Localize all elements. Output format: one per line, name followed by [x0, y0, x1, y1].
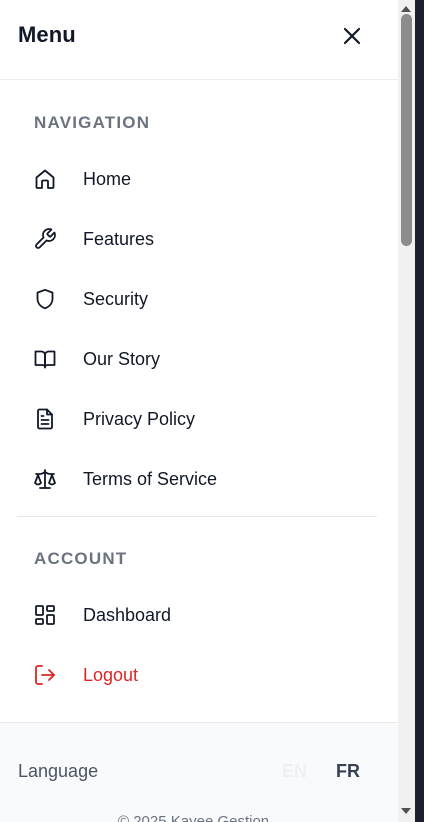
nav-item-label: Home [83, 168, 132, 189]
home-icon [32, 166, 58, 192]
menu-header: Menu [0, 0, 398, 80]
scroll-up-arrow-icon[interactable] [401, 6, 411, 12]
nav-item-features[interactable]: Features [18, 215, 378, 263]
dashboard-icon [32, 602, 58, 628]
nav-item-label: Features [83, 228, 155, 249]
nav-item-label: Our Story [83, 348, 161, 369]
menu-title: Menu [18, 22, 76, 47]
nav-item-label: Terms of Service [83, 468, 218, 489]
nav-item-label: Logout [83, 664, 139, 685]
language-label: Language [18, 761, 99, 781]
book-icon [32, 346, 58, 372]
nav-item-label: Security [83, 288, 149, 309]
nav-item-security[interactable]: Security [18, 275, 378, 323]
nav-item-our-story[interactable]: Our Story [18, 335, 378, 383]
navigation-section-label: NAVIGATION [34, 113, 151, 132]
background-edge [415, 0, 424, 822]
menu-footer: Language EN FR © 2025 Kayee Gestion [0, 722, 398, 822]
nav-item-label: Dashboard [83, 604, 172, 625]
nav-item-dashboard[interactable]: Dashboard [18, 591, 378, 639]
nav-item-label: Privacy Policy [83, 408, 196, 429]
document-icon [32, 406, 58, 432]
account-section-label: ACCOUNT [34, 549, 128, 568]
scrollbar[interactable] [398, 0, 415, 822]
language-option-en[interactable]: EN [282, 761, 307, 782]
scroll-down-arrow-icon[interactable] [401, 808, 411, 814]
nav-item-logout[interactable]: Logout [18, 651, 378, 699]
nav-item-terms-of-service[interactable]: Terms of Service [18, 455, 378, 503]
wrench-icon [32, 226, 58, 252]
close-button[interactable] [336, 20, 368, 52]
section-divider [17, 516, 377, 517]
mobile-menu-drawer: Menu NAVIGATION Home Features Security O… [0, 0, 398, 822]
nav-item-home[interactable]: Home [18, 155, 378, 203]
language-option-fr[interactable]: FR [336, 761, 360, 782]
shield-icon [32, 286, 58, 312]
copyright-text: © 2025 Kayee Gestion [118, 813, 270, 822]
logout-icon [32, 662, 58, 688]
scale-icon [32, 466, 58, 492]
scrollbar-thumb[interactable] [401, 14, 412, 246]
close-icon [342, 26, 362, 46]
nav-item-privacy-policy[interactable]: Privacy Policy [18, 395, 378, 443]
